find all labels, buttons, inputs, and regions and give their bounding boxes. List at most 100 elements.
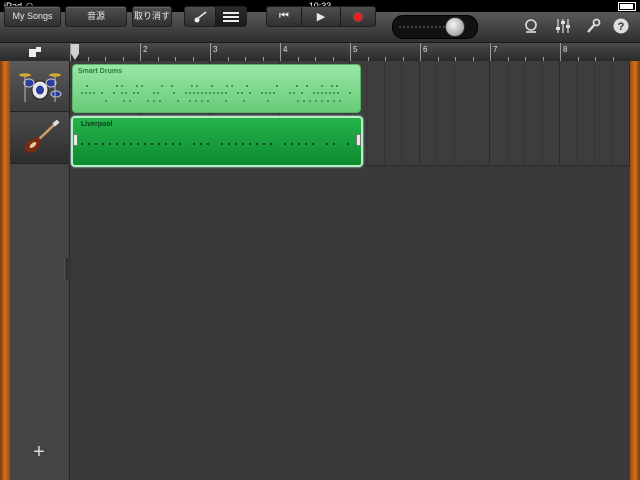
note-dot <box>284 143 286 145</box>
note-dot <box>125 92 127 94</box>
note-dot <box>303 100 305 102</box>
undo-button[interactable]: 取り消す <box>132 6 172 27</box>
svg-text:?: ? <box>618 21 625 33</box>
add-track-button[interactable]: + <box>28 441 50 463</box>
note-dot <box>228 143 230 145</box>
note-dot <box>136 85 138 87</box>
transport-controls: ⏮ ▶ <box>266 6 376 27</box>
note-dot <box>172 143 174 145</box>
note-dot <box>137 143 139 145</box>
ruler-bar-tick <box>420 43 421 61</box>
note-dot <box>289 92 291 94</box>
instruments-button[interactable]: 音源 <box>65 6 127 27</box>
note-dot <box>329 92 331 94</box>
note-dot <box>191 85 193 87</box>
note-dot <box>147 100 149 102</box>
note-dot <box>209 92 211 94</box>
note-dot <box>273 92 275 94</box>
note-dot <box>313 92 315 94</box>
note-dot <box>193 92 195 94</box>
empty-track-area <box>70 166 630 480</box>
note-dot <box>144 143 146 145</box>
mixer-icon[interactable] <box>554 17 572 35</box>
ruler-bar-tick <box>210 43 211 61</box>
note-dot <box>249 92 251 94</box>
note-dot <box>113 92 115 94</box>
wrench-icon[interactable] <box>584 17 602 35</box>
note-dot <box>200 143 202 145</box>
loop-icon[interactable] <box>522 17 540 35</box>
note-dot <box>205 92 207 94</box>
region-liverpool[interactable]: Liverpool <box>71 116 363 167</box>
note-dot <box>196 85 198 87</box>
drum-pattern-row <box>81 100 352 102</box>
drum-pattern-row <box>81 85 352 87</box>
note-dot <box>109 143 111 145</box>
note-dot <box>158 143 160 145</box>
note-dot <box>263 143 265 145</box>
note-dot <box>157 92 159 94</box>
region-label: Smart Drums <box>78 68 122 75</box>
guitar-icon <box>194 10 207 22</box>
tracks-view-icon <box>223 11 239 22</box>
note-dot <box>333 143 335 145</box>
note-dot <box>165 143 167 145</box>
note-dot <box>309 100 311 102</box>
note-dot <box>246 85 248 87</box>
note-dot <box>349 92 351 94</box>
scroll-handle[interactable] <box>64 258 71 280</box>
instrument-view-button[interactable] <box>185 7 216 26</box>
note-dot <box>306 85 308 87</box>
note-dot <box>193 143 195 145</box>
master-volume-slider[interactable] <box>392 15 478 39</box>
track-controls-toggle[interactable] <box>0 43 71 61</box>
note-dot <box>88 143 90 145</box>
track-header-drums[interactable] <box>10 61 69 112</box>
note-dot <box>331 85 333 87</box>
region-resize-handle-left[interactable] <box>73 134 78 146</box>
tracks-view-button[interactable] <box>216 7 246 26</box>
region-smart-drums[interactable]: Smart Drums <box>72 64 361 113</box>
note-dot <box>177 100 179 102</box>
note-dot <box>242 143 244 145</box>
note-dot <box>129 100 131 102</box>
note-dot <box>276 85 278 87</box>
drum-kit-icon <box>18 73 61 102</box>
rewind-button[interactable]: ⏮ <box>267 7 302 26</box>
note-dot <box>171 85 173 87</box>
note-dot <box>221 92 223 94</box>
note-dot <box>201 100 203 102</box>
ruler-bar-number: 5 <box>353 45 358 54</box>
note-dot <box>133 92 135 94</box>
note-dot <box>241 92 243 94</box>
track-header-bass[interactable] <box>10 113 69 164</box>
note-dot <box>85 92 87 94</box>
my-songs-button[interactable]: My Songs <box>4 6 61 27</box>
battery-icon <box>615 0 636 12</box>
rewind-icon: ⏮ <box>279 10 289 22</box>
help-icon[interactable]: ? <box>612 17 630 35</box>
note-dot <box>269 92 271 94</box>
ruler-bar-number: 8 <box>563 45 568 54</box>
ruler-bar-number: 2 <box>143 45 148 54</box>
record-button[interactable] <box>341 7 375 26</box>
note-dot <box>333 92 335 94</box>
note-dot <box>123 100 125 102</box>
note-dot <box>173 92 175 94</box>
ruler-bar-number: 3 <box>213 45 218 54</box>
ruler-bar-tick <box>490 43 491 61</box>
wood-panel-left <box>0 61 10 480</box>
note-dot <box>270 143 272 145</box>
ruler[interactable]: 12345678 <box>70 43 640 61</box>
note-dot <box>101 92 103 94</box>
note-dot <box>337 92 339 94</box>
ruler-bar-tick <box>140 43 141 61</box>
play-button[interactable]: ▶ <box>302 7 341 26</box>
volume-knob[interactable] <box>445 17 465 37</box>
ruler-bar-tick <box>560 43 561 61</box>
note-dot <box>265 92 267 94</box>
note-dot <box>321 85 323 87</box>
record-icon <box>354 12 362 21</box>
region-resize-handle-right[interactable] <box>356 134 361 146</box>
note-dot <box>185 92 187 94</box>
